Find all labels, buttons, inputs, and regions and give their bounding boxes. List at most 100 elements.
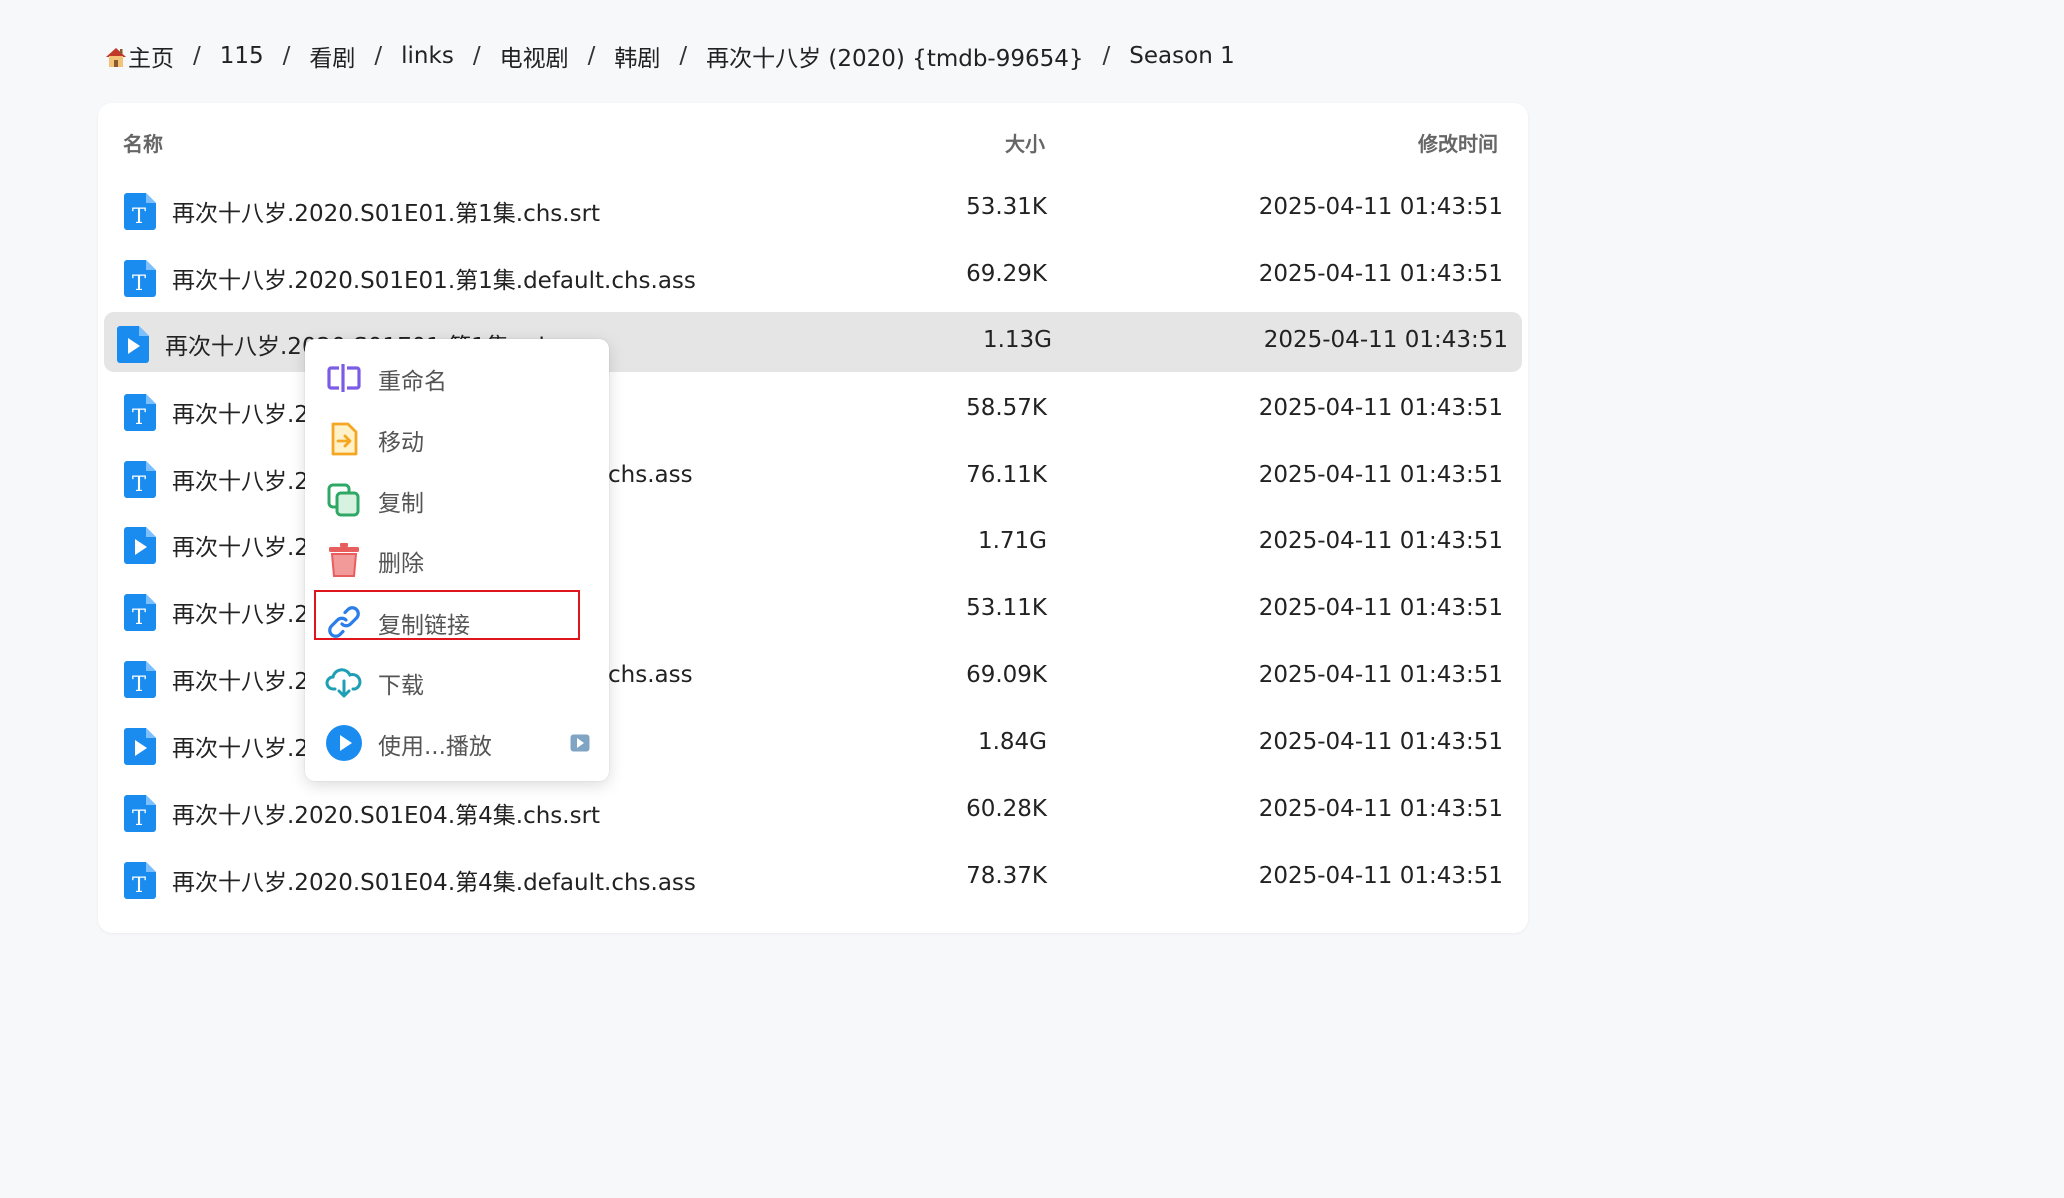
download-cloud-icon [325,668,362,698]
file-row[interactable]: T 再次十八岁.2020.S01E01.第1集.chs.srt 53.31K 2025… [104,179,1522,239]
menu-item-label: 复制链接 [378,613,470,639]
menu-item-copy-link[interactable]: 复制链接 [305,590,609,651]
breadcrumb-item-korean[interactable]: 韩剧 [614,39,660,73]
home-icon [106,48,126,67]
delete-icon [329,543,359,577]
file-name[interactable]: 再次十八岁.2 [172,462,309,496]
menu-item-label: 使用...播放 [378,734,492,760]
menu-item-label: 下载 [378,673,424,699]
menu-item-label: 重命名 [378,369,447,395]
play-circle-icon [326,725,362,761]
file-name[interactable]: 再次十八岁.2 [172,662,309,696]
svg-text:T: T [132,271,146,295]
breadcrumb-separator: / [374,43,383,69]
breadcrumb-item-show[interactable]: 再次十八岁 (2020) {tmdb-99654} [706,39,1083,73]
file-name-tail: chs.ass [608,462,693,488]
file-size: 1.13G [982,327,1052,353]
file-row[interactable]: T 再次十八岁.2020.S01E04.第4集.chs.srt 60.28K 2025… [104,781,1522,841]
file-modified-time: 2025-04-11 01:43:51 [1263,327,1508,353]
breadcrumb-separator: / [587,43,596,69]
file-name[interactable]: 再次十八岁.2020.S01E04.第4集.default.chs.ass [172,863,696,897]
rename-icon [327,364,361,392]
file-size: 1.84G [977,729,1047,755]
menu-item-delete[interactable]: 删除 [305,531,609,589]
text-file-icon: T [124,193,156,230]
file-name[interactable]: 再次十八岁.2 [172,595,309,629]
text-file-icon: T [124,260,156,297]
file-name[interactable]: 再次十八岁.2 [172,528,309,562]
breadcrumb-item-kanju[interactable]: 看剧 [309,39,355,73]
svg-text:T: T [132,204,146,228]
file-name[interactable]: 再次十八岁.2020.S01E04.第4集.chs.srt [172,796,600,830]
context-menu: 重命名 移动 复制 删除 复制链接 下载 使用...播放 [305,339,609,781]
file-size: 69.09K [966,662,1047,688]
file-modified-time: 2025-04-11 01:43:51 [1258,729,1503,755]
file-modified-time: 2025-04-11 01:43:51 [1258,261,1503,287]
menu-item-move[interactable]: 移动 [305,410,609,468]
file-name[interactable]: 再次十八岁.2020.S01E01.第1集.default.chs.ass [172,261,696,295]
file-name-tail: chs.ass [608,662,693,688]
breadcrumb-item-tv[interactable]: 电视剧 [500,39,569,73]
column-header-modified[interactable]: 修改时间 [1418,128,1498,157]
file-size: 76.11K [966,462,1047,488]
file-modified-time: 2025-04-11 01:43:51 [1258,662,1503,688]
breadcrumb-home-label: 主页 [128,46,174,72]
breadcrumb-home[interactable]: 主页 [104,39,174,73]
svg-text:T: T [132,605,146,629]
file-modified-time: 2025-04-11 01:43:51 [1258,863,1503,889]
menu-item-label: 删除 [378,551,424,577]
breadcrumb-item-115[interactable]: 115 [220,43,264,69]
breadcrumb-separator: / [193,43,201,69]
text-file-icon: T [124,394,156,431]
svg-text:T: T [132,672,146,696]
copy-icon [327,483,360,517]
breadcrumb-item-season[interactable]: Season 1 [1129,43,1234,69]
file-size: 69.29K [966,261,1047,287]
menu-item-copy[interactable]: 复制 [305,471,609,529]
text-file-icon: T [124,795,156,832]
text-file-icon: T [124,594,156,631]
file-modified-time: 2025-04-11 01:43:51 [1258,194,1503,220]
breadcrumb-item-links[interactable]: links [401,43,454,69]
file-size: 1.71G [977,528,1047,554]
file-size: 78.37K [966,863,1047,889]
file-modified-time: 2025-04-11 01:43:51 [1258,796,1503,822]
file-size: 53.11K [966,595,1047,621]
menu-item-play-with[interactable]: 使用...播放 [305,714,609,772]
breadcrumb-separator: / [679,43,688,69]
video-file-icon [124,527,156,564]
file-name[interactable]: 再次十八岁.2020.S01E01.第1集.chs.srt [172,194,600,228]
file-modified-time: 2025-04-11 01:43:51 [1258,595,1503,621]
text-file-icon: T [124,461,156,498]
file-size: 58.57K [966,395,1047,421]
file-row[interactable]: T 再次十八岁.2020.S01E01.第1集.default.chs.ass 69… [104,246,1522,306]
breadcrumb: 主页 / 115 / 看剧 / links / 电视剧 / 韩剧 / 再次十八岁… [104,38,1235,74]
link-icon [328,606,360,638]
move-icon [331,422,358,456]
file-row[interactable]: T 再次十八岁.2020.S01E04.第4集.default.chs.ass 78… [104,848,1522,908]
column-header-name[interactable]: 名称 [123,128,163,157]
breadcrumb-separator: / [1102,43,1111,69]
svg-text:T: T [132,405,146,429]
video-file-icon [124,728,156,765]
video-file-icon [117,326,149,363]
file-modified-time: 2025-04-11 01:43:51 [1258,528,1503,554]
submenu-arrow-icon [570,734,590,752]
menu-item-label: 复制 [378,491,424,517]
file-name[interactable]: 再次十八岁.2 [172,729,309,763]
breadcrumb-separator: / [282,43,291,69]
file-name[interactable]: 再次十八岁.2 [172,395,309,429]
text-file-icon: T [124,862,156,899]
file-size: 53.31K [966,194,1047,220]
menu-item-download[interactable]: 下载 [305,653,609,711]
svg-text:T: T [132,472,146,496]
column-header-size[interactable]: 大小 [1005,128,1045,157]
file-modified-time: 2025-04-11 01:43:51 [1258,395,1503,421]
breadcrumb-separator: / [472,43,481,69]
file-size: 60.28K [966,796,1047,822]
menu-item-rename[interactable]: 重命名 [305,349,609,407]
svg-text:T: T [132,873,146,897]
text-file-icon: T [124,661,156,698]
file-modified-time: 2025-04-11 01:43:51 [1258,462,1503,488]
svg-text:T: T [132,806,146,830]
